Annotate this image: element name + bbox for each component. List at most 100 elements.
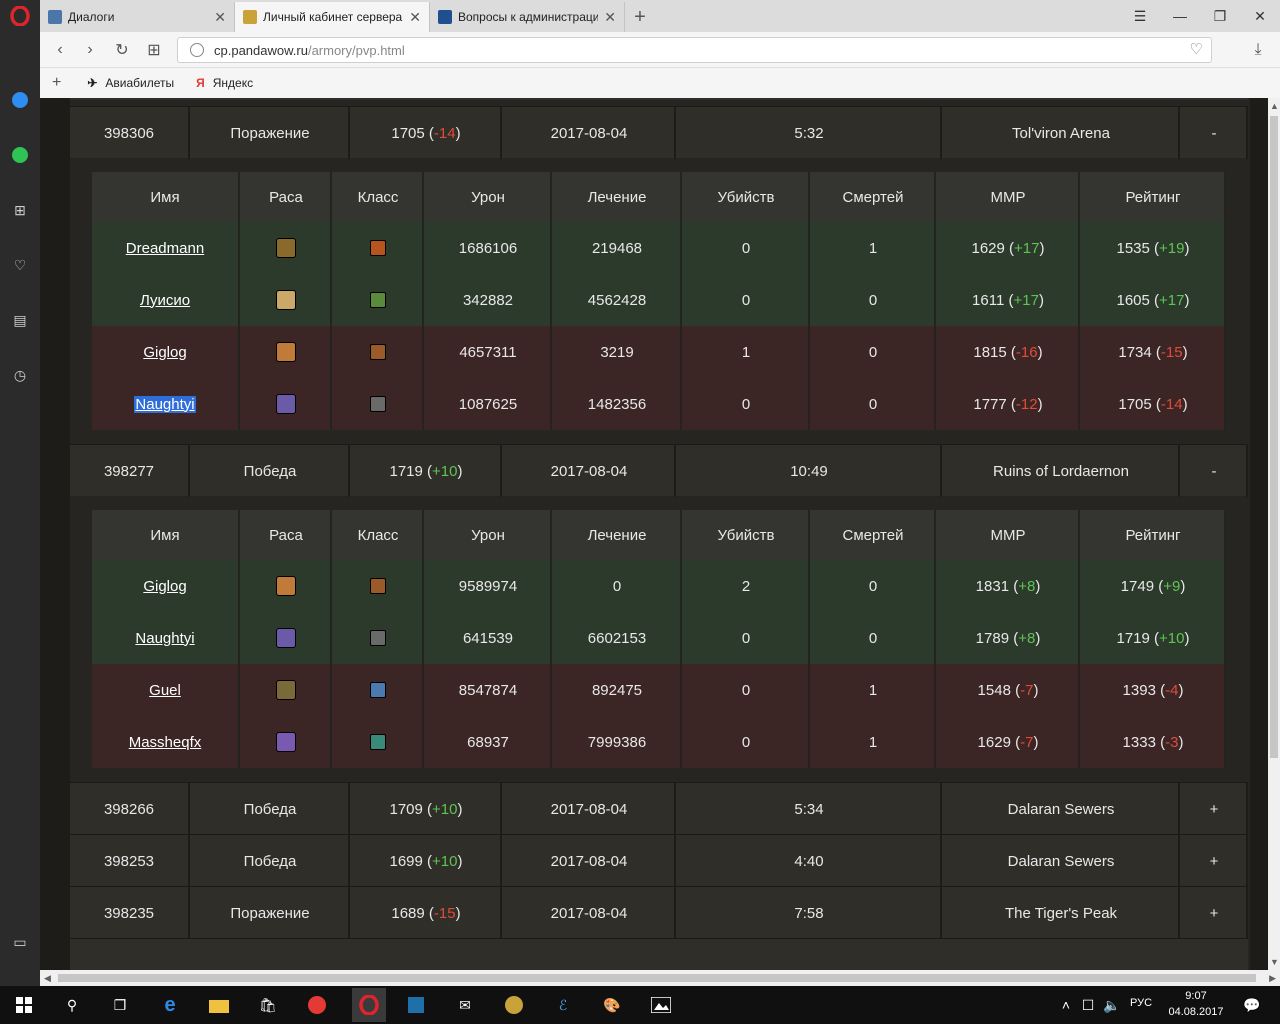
players-table: Имя Раса Класс Урон Лечение Убийств Смертей MMP… [92, 172, 1226, 430]
new-tab-button[interactable]: + [625, 2, 655, 32]
minimize-icon[interactable]: — [1160, 0, 1200, 32]
player-cell: 641539 [426, 612, 552, 664]
player-cell [242, 716, 332, 768]
player-cell: 0 [684, 274, 810, 326]
match-toggle[interactable]: + [1182, 835, 1248, 887]
horizontal-scrollbar[interactable]: ◀ ▶ [40, 970, 1280, 986]
match-toggle[interactable]: + [1182, 783, 1248, 835]
store-icon[interactable]: 🛍 [254, 991, 282, 1019]
column-header: Рейтинг [1082, 172, 1226, 222]
player-cell: 0 [812, 378, 936, 430]
reload-icon[interactable]: ↻ [110, 38, 134, 62]
url-input[interactable]: cp.pandawow.ru/armory/pvp.html ♡ [177, 37, 1212, 63]
add-bookmark-button[interactable]: + [52, 74, 61, 92]
match-row[interactable]: 398277 Победа 1719 (+10) 2017-08-04 10:49 Rui… [70, 444, 1248, 497]
tab-grid-icon[interactable]: ⊞ [142, 38, 166, 62]
file-explorer-icon[interactable] [205, 991, 233, 1019]
opera-menu-button[interactable] [0, 0, 40, 32]
player-mmr: 1611 [972, 291, 1005, 309]
match-row[interactable]: 398253 Победа 1699 (+10) 2017-08-04 4:40 Dala… [70, 834, 1248, 887]
tab-1[interactable]: Личный кабинет сервера ✕ [235, 2, 430, 32]
scroll-down-icon[interactable]: ▼ [1270, 957, 1279, 967]
paren: ( [1004, 291, 1014, 309]
task-view-icon[interactable]: ❐ [106, 991, 134, 1019]
search-icon[interactable]: ⚲ [58, 991, 86, 1019]
match-rating-change: -15 [433, 904, 456, 922]
whatsapp-icon[interactable] [10, 145, 30, 165]
speed-dial-icon[interactable]: ⊞ [10, 200, 30, 220]
back-icon[interactable]: ‹ [48, 38, 72, 62]
wow-icon[interactable] [500, 991, 528, 1019]
player-cell: 1629 (-7) [938, 716, 1080, 768]
photos-icon[interactable] [647, 991, 675, 1019]
tab-close-icon[interactable]: ✕ [409, 9, 421, 26]
history-icon[interactable]: ◷ [10, 365, 30, 385]
url-path: /armory/pvp.html [307, 42, 405, 58]
player-cell: 9589974 [426, 560, 552, 612]
paren: ( [422, 800, 433, 818]
player-name-link[interactable]: Луисио [140, 292, 190, 309]
sidebar-toggle-icon[interactable]: ▭ [10, 932, 30, 952]
match-toggle[interactable]: - [1182, 107, 1248, 159]
player-name-link[interactable]: Dreadmann [126, 240, 204, 257]
battlenet-icon[interactable] [402, 991, 430, 1019]
download-icon[interactable]: ⤓ [1246, 38, 1270, 62]
bookmarks-heart-icon[interactable]: ♡ [10, 255, 30, 275]
tab-0[interactable]: Диалоги ✕ [40, 2, 235, 32]
player-name-link[interactable]: Giglog [143, 578, 186, 595]
bookmark-heart-icon[interactable]: ♡ [1190, 40, 1203, 58]
messenger-icon[interactable] [10, 90, 30, 110]
tab-2[interactable]: Вопросы к администрации ✕ [430, 2, 625, 32]
paint-icon[interactable]: 🎨 [598, 991, 626, 1019]
match-toggle[interactable]: + [1182, 887, 1248, 939]
player-rating: 1734 [1118, 343, 1152, 361]
match-toggle[interactable]: - [1182, 445, 1248, 497]
tab-close-icon[interactable]: ✕ [604, 9, 616, 26]
horizontal-scroll-thumb[interactable] [58, 974, 1256, 982]
tab-close-icon[interactable]: ✕ [214, 9, 226, 26]
column-header: MMP [938, 510, 1080, 560]
player-cell [334, 716, 424, 768]
match-rating: 1699 (+10) [352, 835, 502, 887]
scroll-right-icon[interactable]: ▶ [1269, 973, 1276, 984]
scroll-up-icon[interactable]: ▲ [1270, 101, 1279, 111]
player-cell: 3219 [554, 326, 682, 378]
close-window-icon[interactable]: ✕ [1240, 0, 1280, 32]
vertical-scrollbar[interactable]: ▲ ▼ [1268, 98, 1280, 970]
player-name-link[interactable]: Naughtyi [134, 395, 196, 413]
mail-icon[interactable]: ✉ [451, 991, 479, 1019]
news-icon[interactable]: ▤ [10, 310, 30, 330]
yandex-browser-icon[interactable] [303, 991, 331, 1019]
tab-title: Вопросы к администрации [458, 10, 599, 24]
player-name-link[interactable]: Massheqfx [129, 734, 202, 751]
player-cell: 1789 (+8) [938, 612, 1080, 664]
player-cell: Naughtyi [92, 612, 240, 664]
clock[interactable]: 9:07 04.08.2017 [1168, 988, 1224, 1020]
bookmark-0[interactable]: ✈ Авиабилеты [87, 76, 174, 90]
scroll-left-icon[interactable]: ◀ [44, 973, 51, 984]
windows-start-icon[interactable] [10, 991, 38, 1019]
match-row[interactable]: 398306 Поражение 1705 (-14) 2017-08-04 5:32 T… [70, 106, 1248, 159]
bookmark-1[interactable]: Я Яндекс [196, 76, 253, 90]
notifications-icon[interactable]: 💬 [1238, 991, 1266, 1019]
player-name-link[interactable]: Giglog [143, 344, 186, 361]
tab-menu-icon[interactable]: ☰ [1120, 0, 1160, 32]
language-indicator[interactable]: РУС [1130, 997, 1152, 1009]
paren: ( [1149, 629, 1160, 647]
app-icon[interactable]: ℰ [549, 991, 577, 1019]
match-row[interactable]: 398235 Поражение 1689 (-15) 2017-08-04 7:58 T… [70, 886, 1248, 939]
match-row[interactable]: 398266 Победа 1709 (+10) 2017-08-04 5:34 Dala… [70, 782, 1248, 835]
player-cell: 0 [684, 378, 810, 430]
player-cell: 1 [812, 716, 936, 768]
vertical-scroll-thumb[interactable] [1270, 116, 1278, 758]
player-name-link[interactable]: Guel [149, 682, 181, 699]
opera-taskbar-icon[interactable] [352, 988, 386, 1022]
forward-icon[interactable]: › [78, 38, 102, 62]
volume-icon[interactable]: 🔈 [1098, 991, 1126, 1019]
player-cell: 0 [554, 560, 682, 612]
player-name-link[interactable]: Naughtyi [135, 630, 194, 647]
edge-icon[interactable]: e [156, 991, 184, 1019]
restore-icon[interactable]: ❐ [1200, 0, 1240, 32]
column-header: Убийств [684, 172, 810, 222]
column-header: Класс [334, 510, 424, 560]
